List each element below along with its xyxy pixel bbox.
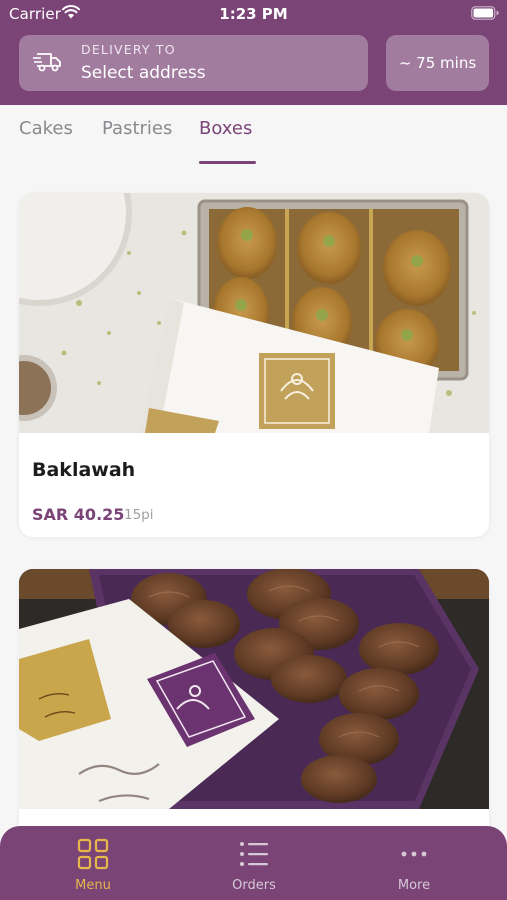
baklawah-box-image <box>19 193 489 433</box>
category-tabs: Cakes Pastries Boxes <box>0 105 507 171</box>
active-tab-indicator <box>199 161 256 164</box>
more-dots-icon <box>364 838 464 870</box>
nav-menu[interactable]: Menu <box>43 838 143 893</box>
tab-pastries[interactable]: Pastries <box>102 118 172 139</box>
delivery-to-label: DELIVERY TO <box>81 42 176 57</box>
nav-menu-label: Menu <box>75 878 111 893</box>
product-name: Baklawah <box>32 459 136 481</box>
tab-cakes[interactable]: Cakes <box>19 118 73 139</box>
tab-boxes[interactable]: Boxes <box>199 118 252 139</box>
grid-icon <box>43 838 143 870</box>
app-header: Carrier 1:23 PM DELIVERY TO Select addre… <box>0 0 507 105</box>
nav-more[interactable]: More <box>364 838 464 893</box>
list-icon <box>204 838 304 870</box>
nav-more-label: More <box>397 878 431 893</box>
selected-address: Select address <box>81 63 206 83</box>
nav-orders[interactable]: Orders <box>204 838 304 893</box>
product-quantity: 15pi <box>124 507 154 523</box>
delivery-truck-icon <box>33 50 63 78</box>
bottom-navigation: Menu Orders More <box>0 826 507 900</box>
brownies-box-image <box>19 569 489 809</box>
nav-orders-label: Orders <box>232 878 276 893</box>
delivery-address-selector[interactable]: DELIVERY TO Select address <box>19 35 368 91</box>
status-time: 1:23 PM <box>219 5 288 23</box>
product-card-baklawah[interactable]: Baklawah SAR 40.25 15pi <box>19 193 489 537</box>
delivery-time-estimate[interactable]: ~ 75 mins <box>386 35 489 91</box>
delivery-time-label: ~ 75 mins <box>398 54 477 72</box>
product-price: SAR 40.25 <box>32 505 125 524</box>
product-card-brownies[interactable] <box>19 569 489 869</box>
battery-icon <box>471 6 499 24</box>
status-bar: Carrier 1:23 PM <box>0 0 507 30</box>
